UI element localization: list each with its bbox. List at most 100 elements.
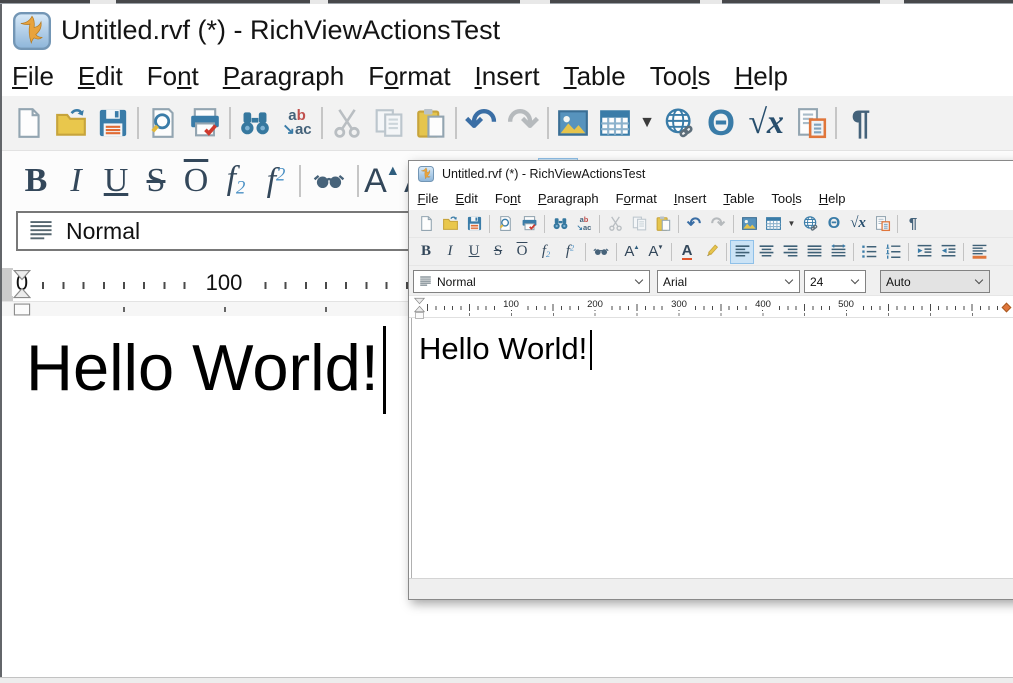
align-right-button[interactable]: [778, 240, 802, 264]
grow-font-button[interactable]: A▲: [362, 158, 402, 204]
superscript-button[interactable]: f2: [558, 240, 582, 264]
cut-button[interactable]: [603, 212, 627, 236]
insert-document-button[interactable]: [870, 212, 894, 236]
hyperlink-button[interactable]: [798, 212, 822, 236]
bold-button[interactable]: B: [414, 240, 438, 264]
strikethrough-button[interactable]: S: [136, 158, 176, 204]
paragraph-color-button[interactable]: [967, 240, 991, 264]
new-button[interactable]: [8, 101, 50, 145]
menu-tools[interactable]: Tools: [763, 191, 810, 206]
menu-file[interactable]: File: [409, 191, 447, 206]
align-left-button[interactable]: [730, 240, 754, 264]
menu-tools[interactable]: Tools: [638, 61, 723, 92]
menu-edit[interactable]: Edit: [66, 61, 135, 92]
save-button[interactable]: [92, 101, 134, 145]
print-preview-button[interactable]: [493, 212, 517, 236]
menu-file[interactable]: File: [0, 61, 66, 92]
justify-button[interactable]: [802, 240, 826, 264]
hidden-text-button[interactable]: [589, 240, 613, 264]
print-button[interactable]: [517, 212, 541, 236]
overline-button[interactable]: O: [176, 158, 216, 204]
indent-button[interactable]: [936, 240, 960, 264]
menu-paragraph[interactable]: Paragraph: [211, 61, 356, 92]
menu-format[interactable]: Format: [607, 191, 665, 206]
print-button[interactable]: [184, 101, 226, 145]
copy-button[interactable]: [368, 101, 410, 145]
replace-button[interactable]: ab↘ac: [276, 101, 318, 145]
italic-button[interactable]: I: [438, 240, 462, 264]
paragraph-marks-button[interactable]: ¶: [901, 212, 925, 236]
paragraph-marks-button[interactable]: ¶: [840, 101, 882, 145]
undo-button[interactable]: ↶: [682, 212, 706, 236]
underline-button[interactable]: U: [462, 240, 486, 264]
redo-button[interactable]: ↷: [706, 212, 730, 236]
menu-edit[interactable]: Edit: [447, 191, 486, 206]
title-bar[interactable]: Untitled.rvf (*) - RichViewActionsTest: [409, 161, 1013, 187]
hidden-text-button[interactable]: [304, 158, 354, 204]
insert-equation-button[interactable]: √x: [846, 212, 870, 236]
table-menu-button[interactable]: ▼: [785, 212, 798, 236]
menu-table[interactable]: Table: [715, 191, 763, 206]
font-color-button[interactable]: A: [675, 240, 699, 264]
table-menu-button[interactable]: ▼: [636, 101, 658, 145]
redo-button[interactable]: ↷: [502, 101, 544, 145]
insert-table-button[interactable]: [594, 101, 636, 145]
shrink-font-button[interactable]: A▼: [644, 240, 668, 264]
subscript-button[interactable]: f2: [534, 240, 558, 264]
copy-button[interactable]: [627, 212, 651, 236]
hanging-indent-box[interactable]: [13, 303, 31, 316]
italic-button[interactable]: I: [56, 158, 96, 204]
first-line-indent-marker[interactable]: [414, 297, 425, 305]
insert-image-button[interactable]: [552, 101, 594, 145]
justify-wide-button[interactable]: [826, 240, 850, 264]
left-indent-marker[interactable]: [13, 287, 31, 299]
grow-font-button[interactable]: A▲: [620, 240, 644, 264]
menu-table[interactable]: Table: [552, 61, 638, 92]
color-dropdown[interactable]: Auto: [880, 270, 990, 293]
insert-symbol-button[interactable]: Θ: [822, 212, 846, 236]
open-button[interactable]: [50, 101, 92, 145]
menu-help[interactable]: Help: [810, 191, 854, 206]
new-button[interactable]: [414, 212, 438, 236]
font-size-dropdown[interactable]: 24: [804, 270, 866, 293]
menu-insert[interactable]: Insert: [463, 61, 552, 92]
replace-button[interactable]: ab↘ac: [572, 212, 596, 236]
highlight-button[interactable]: [699, 240, 723, 264]
subscript-button[interactable]: f2: [216, 158, 256, 204]
menu-format[interactable]: Format: [356, 61, 462, 92]
find-button[interactable]: [548, 212, 572, 236]
overline-button[interactable]: O: [510, 240, 534, 264]
paste-button[interactable]: [410, 101, 452, 145]
superscript-button[interactable]: f2: [256, 158, 296, 204]
menu-help[interactable]: Help: [722, 61, 799, 92]
paste-button[interactable]: [651, 212, 675, 236]
first-line-indent-marker[interactable]: [13, 269, 31, 281]
outdent-button[interactable]: [912, 240, 936, 264]
numbering-button[interactable]: [881, 240, 905, 264]
undo-button[interactable]: ↶: [460, 101, 502, 145]
hyperlink-button[interactable]: [658, 101, 700, 145]
insert-image-button[interactable]: [737, 212, 761, 236]
insert-equation-button[interactable]: √x: [742, 101, 790, 145]
hanging-indent-box[interactable]: [414, 312, 425, 319]
menu-font[interactable]: Font: [486, 191, 529, 206]
find-button[interactable]: [234, 101, 276, 145]
print-preview-button[interactable]: [142, 101, 184, 145]
underline-button[interactable]: U: [96, 158, 136, 204]
style-dropdown[interactable]: Normal: [413, 270, 650, 293]
open-button[interactable]: [438, 212, 462, 236]
bold-button[interactable]: B: [16, 158, 56, 204]
align-center-button[interactable]: [754, 240, 778, 264]
bullets-button[interactable]: [857, 240, 881, 264]
strikethrough-button[interactable]: S: [486, 240, 510, 264]
menu-font[interactable]: Font: [135, 61, 211, 92]
font-dropdown[interactable]: Arial: [657, 270, 800, 293]
save-button[interactable]: [462, 212, 486, 236]
menu-paragraph[interactable]: Paragraph: [529, 191, 607, 206]
cut-button[interactable]: [326, 101, 368, 145]
insert-table-button[interactable]: [761, 212, 785, 236]
insert-document-button[interactable]: [790, 101, 832, 145]
document-editor[interactable]: Hello World!: [409, 318, 1013, 578]
title-bar[interactable]: Untitled.rvf (*) - RichViewActionsTest: [0, 5, 1013, 56]
insert-symbol-button[interactable]: Θ: [700, 101, 742, 145]
